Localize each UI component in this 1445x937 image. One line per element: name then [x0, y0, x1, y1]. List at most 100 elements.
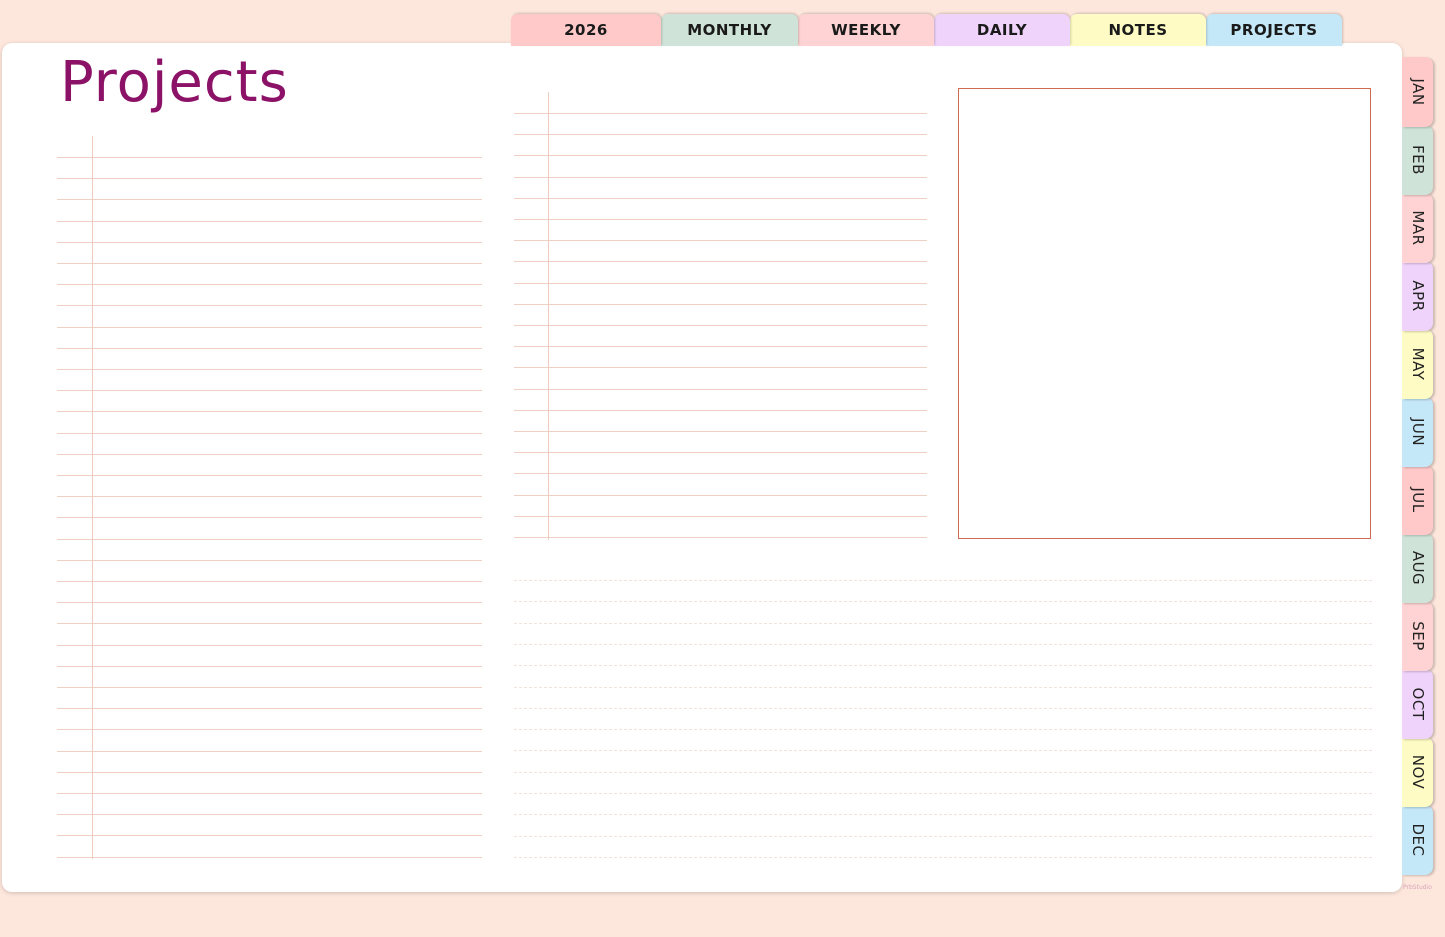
- ruled-line: [514, 537, 927, 538]
- ruled-line: [57, 750, 482, 752]
- ruled-line: [514, 494, 927, 496]
- ruled-line: [57, 241, 482, 243]
- ruled-line: [57, 538, 482, 540]
- ruled-line: [57, 199, 482, 201]
- dotted-line: [514, 643, 1372, 645]
- ruled-line: [514, 176, 927, 178]
- ruled-line: [514, 113, 927, 114]
- tab-month-apr[interactable]: APR: [1402, 261, 1433, 331]
- tab-month-nov[interactable]: NOV: [1402, 737, 1433, 807]
- dotted-line: [514, 686, 1372, 688]
- dotted-notes-area[interactable]: [514, 580, 1372, 860]
- tab-month-label: FEB: [1408, 145, 1427, 175]
- ruled-line: [57, 390, 482, 392]
- ruled-line: [514, 303, 927, 305]
- ruled-line: [57, 602, 482, 604]
- ruled-line: [514, 282, 927, 284]
- tab-notes[interactable]: NOTES: [1070, 14, 1206, 46]
- tab-month-aug[interactable]: AUG: [1402, 533, 1433, 603]
- ruled-line: [57, 665, 482, 667]
- dotted-line: [514, 835, 1372, 837]
- dotted-line: [514, 814, 1372, 816]
- tab-month-label: AUG: [1408, 550, 1427, 586]
- ruled-line: [514, 325, 927, 326]
- ruled-line: [57, 326, 482, 328]
- ruled-line: [57, 581, 482, 582]
- tab-month-oct[interactable]: OCT: [1402, 669, 1433, 739]
- ruled-line: [57, 793, 482, 794]
- ruled-line: [57, 814, 482, 816]
- dotted-line: [514, 601, 1372, 603]
- tab-month-label: JAN: [1408, 78, 1427, 106]
- tab-month-label: JUN: [1408, 417, 1427, 447]
- ruled-line: [514, 388, 927, 390]
- tab-month-label: NOV: [1408, 754, 1427, 790]
- ruled-line: [57, 475, 482, 476]
- tab-weekly[interactable]: WEEKLY: [798, 14, 934, 46]
- tab-year[interactable]: 2026: [511, 14, 661, 46]
- ruled-line: [57, 220, 482, 222]
- tab-month-jan[interactable]: JAN: [1402, 57, 1433, 127]
- tab-month-label: JUL: [1408, 487, 1427, 513]
- tab-month-label: SEP: [1408, 621, 1427, 651]
- tab-projects[interactable]: PROJECTS: [1206, 14, 1342, 46]
- ruled-line: [514, 473, 927, 475]
- tab-month-sep[interactable]: SEP: [1402, 601, 1433, 671]
- dotted-line: [514, 856, 1372, 858]
- margin-line: [92, 136, 93, 859]
- ruled-line: [514, 431, 927, 432]
- ruled-line: [57, 305, 482, 307]
- ruled-line: [57, 729, 482, 731]
- ruled-line: [57, 411, 482, 413]
- left-lined-area[interactable]: [57, 136, 482, 859]
- margin-line: [548, 92, 549, 540]
- image-box[interactable]: [958, 88, 1371, 539]
- tab-month-label: APR: [1408, 280, 1427, 312]
- tab-month-jul[interactable]: JUL: [1402, 465, 1433, 535]
- tab-daily[interactable]: DAILY: [934, 14, 1070, 46]
- tab-month-label: DEC: [1408, 823, 1427, 857]
- dotted-line: [514, 707, 1372, 709]
- ruled-line: [57, 708, 482, 710]
- dotted-line: [514, 750, 1372, 752]
- tab-monthly[interactable]: MONTHLY: [661, 14, 798, 46]
- ruled-line: [57, 157, 482, 158]
- ruled-line: [57, 432, 482, 434]
- ruled-line: [514, 155, 927, 157]
- dotted-line: [514, 793, 1372, 794]
- tab-month-label: OCT: [1408, 687, 1427, 721]
- ruled-line: [514, 367, 927, 369]
- ruled-line: [57, 856, 482, 858]
- dotted-line: [514, 622, 1372, 624]
- ruled-line: [57, 687, 482, 688]
- tab-month-feb[interactable]: FEB: [1402, 125, 1433, 195]
- ruled-line: [57, 644, 482, 646]
- ruled-line: [514, 515, 927, 517]
- ruled-line: [57, 453, 482, 455]
- ruled-line: [514, 219, 927, 220]
- ruled-line: [57, 496, 482, 498]
- dotted-line: [514, 729, 1372, 731]
- tab-month-label: MAY: [1408, 347, 1427, 381]
- page-title: Projects: [60, 50, 289, 115]
- ruled-line: [57, 771, 482, 773]
- ruled-line: [57, 347, 482, 349]
- ruled-line: [57, 263, 482, 264]
- ruled-line: [57, 517, 482, 519]
- middle-lined-area[interactable]: [514, 92, 927, 540]
- ruled-line: [57, 369, 482, 370]
- tab-month-may[interactable]: MAY: [1402, 329, 1433, 399]
- dotted-line: [514, 665, 1372, 667]
- dotted-line: [514, 580, 1372, 581]
- credit-text: PrbStudio: [1403, 884, 1432, 891]
- ruled-line: [514, 409, 927, 411]
- ruled-line: [514, 134, 927, 136]
- tab-month-mar[interactable]: MAR: [1402, 193, 1433, 263]
- ruled-line: [514, 197, 927, 199]
- tab-month-dec[interactable]: DEC: [1402, 805, 1433, 875]
- tab-month-label: MAR: [1408, 210, 1427, 246]
- tab-month-jun[interactable]: JUN: [1402, 397, 1433, 467]
- ruled-line: [514, 240, 927, 242]
- ruled-line: [514, 346, 927, 348]
- ruled-line: [514, 452, 927, 454]
